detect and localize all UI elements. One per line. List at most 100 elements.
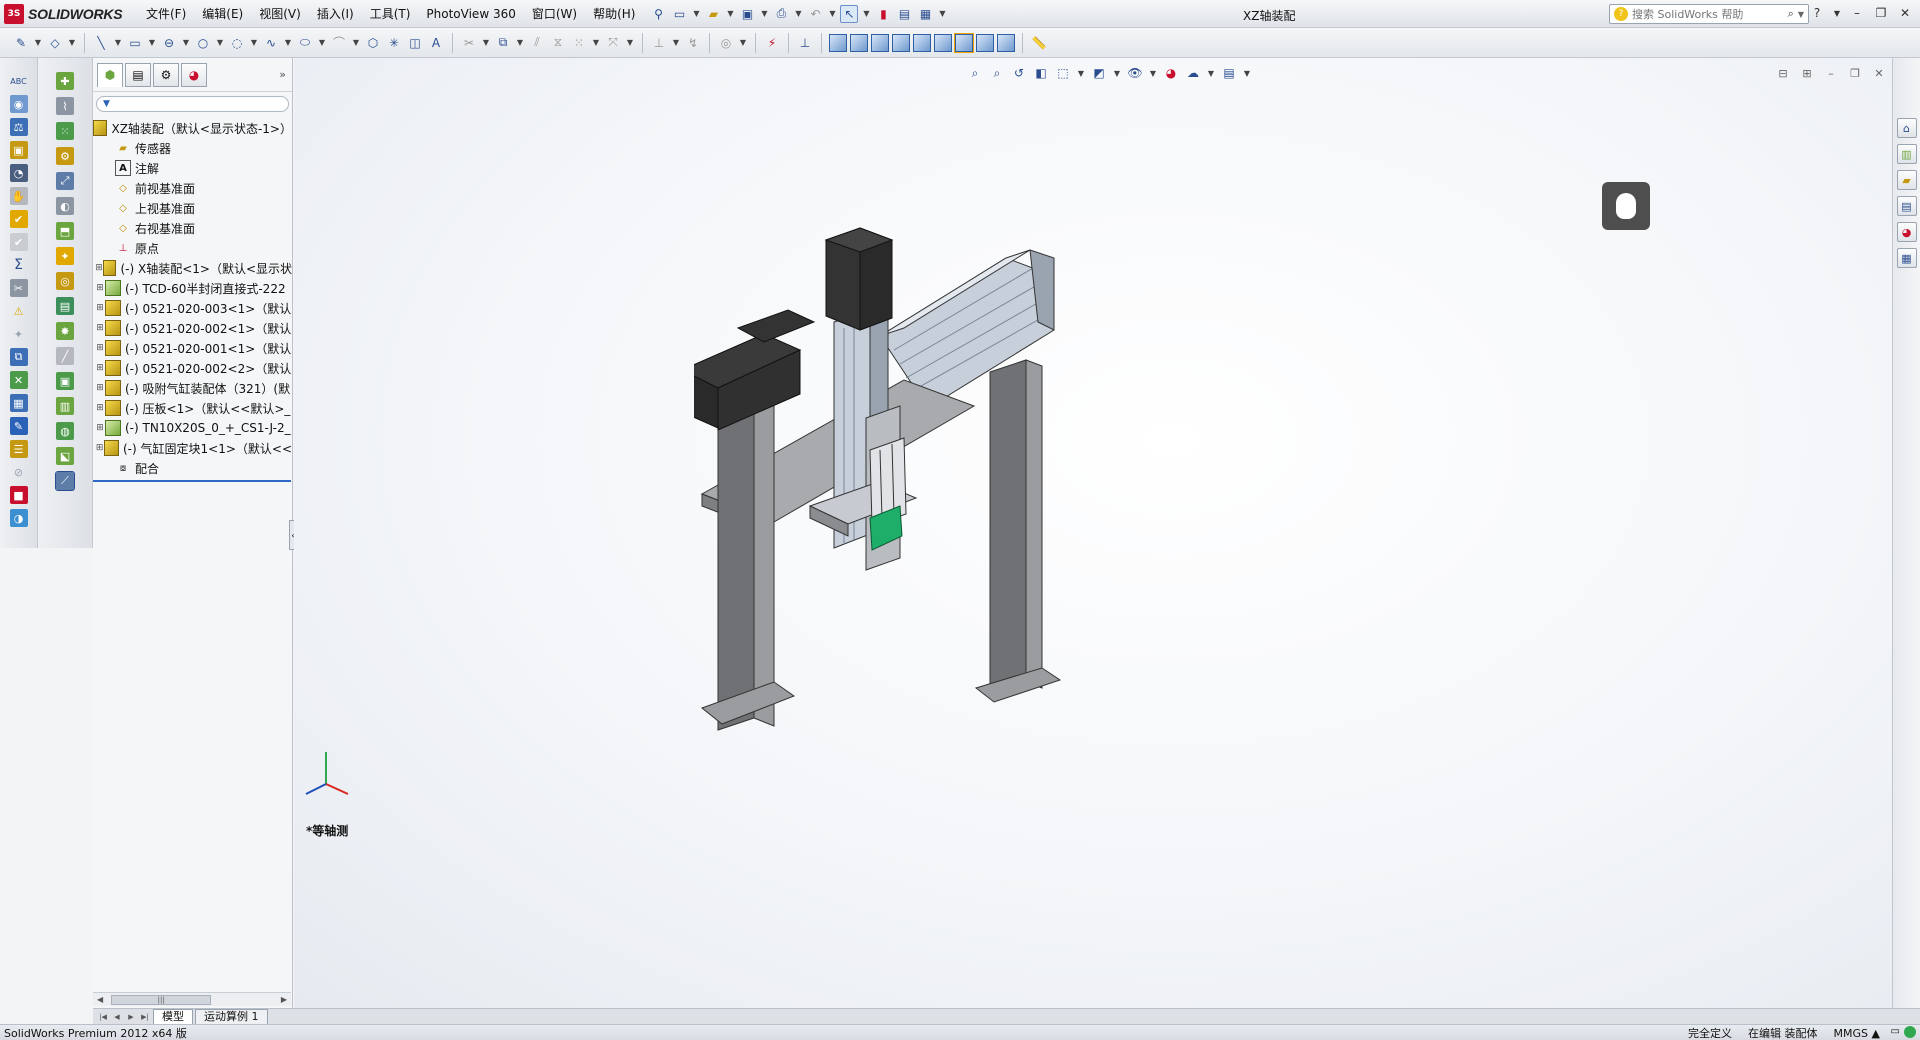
chevron-down-icon[interactable]: ▼ [215,34,225,52]
tree-item-origin[interactable]: ⊥ 原点 [93,238,292,258]
help-search-input[interactable] [1632,7,1784,21]
minimize-icon[interactable]: – [1822,64,1840,82]
zoom-to-fit-icon[interactable]: ⌕ [966,64,984,82]
chevron-down-icon[interactable]: ▼ [671,34,681,52]
expand-icon[interactable]: ⊞ [95,283,105,293]
tree-item-sensors[interactable]: ▰ 传感器 [93,138,292,158]
layers-icon[interactable]: ☰ [9,440,28,458]
menu-edit[interactable]: 编辑(E) [194,0,251,28]
tree-item-component[interactable]: ⊞ (-) X轴装配<1>（默认<显示状 [93,258,292,278]
left-view-cube-icon[interactable] [871,33,889,52]
chevron-down-icon[interactable]: ▼ [1076,64,1086,82]
tool-x-icon[interactable]: ✕ [9,371,28,389]
print-icon[interactable]: ⎙ [772,5,790,23]
rear-leg[interactable] [974,359,1062,703]
chevron-down-icon[interactable]: ▼ [793,5,803,23]
chevron-down-icon[interactable]: ▼ [33,34,43,52]
back-view-cube-icon[interactable] [850,33,868,52]
close-icon[interactable]: ✕ [1896,4,1914,22]
tab-motion-study[interactable]: 运动算例 1 [195,1008,268,1025]
front-view-cube-icon[interactable] [829,33,847,52]
tab-configuration-manager[interactable]: ⚙ [153,62,179,87]
normal-to-icon[interactable]: ⊥ [796,34,814,52]
camera-icon[interactable]: ◉ [9,95,28,113]
close-icon[interactable]: ✕ [1870,64,1888,82]
plane-icon[interactable]: ◫ [406,34,424,52]
circle-icon[interactable]: ○ [194,34,212,52]
expand-icon[interactable]: ⊞ [95,343,105,353]
spelling-icon[interactable]: ABC [10,72,28,90]
move-component-icon[interactable]: ⤢ [56,172,74,190]
solidworks-resources-icon[interactable]: ⌂ [1896,118,1917,138]
instant3d-icon[interactable]: ⬕ [56,447,74,465]
chevron-down-icon[interactable]: ▼ [351,34,361,52]
save-icon[interactable]: ▣ [738,5,756,23]
fillet-icon[interactable]: ⌒ [330,34,348,52]
menu-help[interactable]: 帮助(H) [585,0,643,28]
arc-icon[interactable]: ◌ [228,34,246,52]
chevron-down-icon[interactable]: ▼ [1832,4,1842,22]
rectangle-icon[interactable]: ▭ [126,34,144,52]
chevron-down-icon[interactable]: ▼ [67,34,77,52]
expand-icon[interactable]: ⊞ [95,383,105,393]
dimetric-view-cube-icon[interactable] [997,33,1015,52]
display-relations-icon[interactable]: ⊥ [650,34,668,52]
menu-view[interactable]: 视图(V) [251,0,309,28]
solidworks-logo[interactable]: 3S SOLIDWORKS [0,0,126,28]
chevron-down-icon[interactable]: ▼ [113,34,123,52]
top-view-cube-icon[interactable] [913,33,931,52]
custom-properties-icon[interactable]: ▦ [1896,248,1917,268]
right-view-cube-icon[interactable] [892,33,910,52]
view-orientation-icon[interactable]: ⬚ [1054,64,1072,82]
tree-filter-box[interactable]: ▼ [96,96,289,112]
tree-item-annotations[interactable]: A 注解 [93,158,292,178]
copy-icon[interactable]: ⧉ [9,348,28,366]
appearances-scenes-icon[interactable]: ◕ [1896,222,1917,242]
balance-icon[interactable]: ⚖ [9,118,28,136]
unit-system-selector[interactable]: MMGS ▲ [1834,1027,1880,1040]
menu-photoview[interactable]: PhotoView 360 [418,0,523,28]
expand-icon[interactable]: ⊞ [95,403,105,413]
offset-entities-icon[interactable]: ⫽ [528,34,546,52]
isometric-view-cube-icon[interactable] [954,32,974,53]
minimize-icon[interactable]: – [1848,4,1866,22]
tab-property-manager[interactable]: ▤ [125,62,151,87]
tree-item-component[interactable]: ⊞ (-) 气缸固定块1<1>（默认<< [93,438,292,458]
warning-icon[interactable]: ⚠ [10,302,28,320]
rapid-sketch-icon[interactable]: ⚡ [763,34,781,52]
chevron-down-icon[interactable]: ▼ [283,34,293,52]
check-disabled-icon[interactable]: ✔ [9,233,28,251]
pin-blue-icon[interactable]: ✎ [9,417,28,435]
menu-file[interactable]: 文件(F) [138,0,194,28]
scrollbar-thumb[interactable]: ||| [111,994,212,1005]
open-folder-icon[interactable]: ▰ [704,5,722,23]
sum-icon[interactable]: Σ [10,256,28,274]
chevron-down-icon[interactable]: ▼ [147,34,157,52]
new-motion-study-icon[interactable]: ◎ [56,272,74,290]
check-icon[interactable]: ✔ [9,210,28,228]
quick-snaps-icon[interactable]: ◎ [717,34,735,52]
expand-icon[interactable]: ⊞ [95,363,105,373]
exploded-view-icon[interactable]: ✸ [56,322,74,340]
restore-icon[interactable]: ❐ [1872,4,1890,22]
tree-item-component[interactable]: ⊞ (-) 0521-020-002<2>（默认 [93,358,292,378]
color-icon[interactable]: ■ [9,486,28,504]
x-axis-motor[interactable] [694,309,816,431]
rollback-bar[interactable] [93,480,291,482]
mate-icon[interactable]: ⌇ [56,97,74,115]
hand-icon[interactable]: ✋ [9,187,28,205]
gantry-assembly-model[interactable] [694,218,1154,738]
smart-dimension-icon[interactable]: ◇ [46,34,64,52]
rebuild-status-icon[interactable] [1904,1026,1916,1038]
assembly-icon[interactable]: ▣ [9,141,28,159]
check-circle-icon[interactable]: ⊘ [10,463,28,481]
tree-item-component[interactable]: ⊞ (-) 0521-020-003<1>（默认 [93,298,292,318]
large-design-review-icon[interactable]: ⟋ [55,471,75,491]
reference-geometry-icon[interactable]: ✦ [56,247,74,265]
help-search-box[interactable]: ? ⌕ ▼ [1609,4,1809,24]
restore-icon[interactable]: ❐ [1846,64,1864,82]
bill-of-materials-icon[interactable]: ▤ [56,297,74,315]
scroll-right-icon[interactable]: ▶ [281,995,287,1004]
table-icon[interactable]: ▦ [9,394,28,412]
tree-horizontal-scrollbar[interactable]: ◀ ||| ▶ [93,992,291,1006]
